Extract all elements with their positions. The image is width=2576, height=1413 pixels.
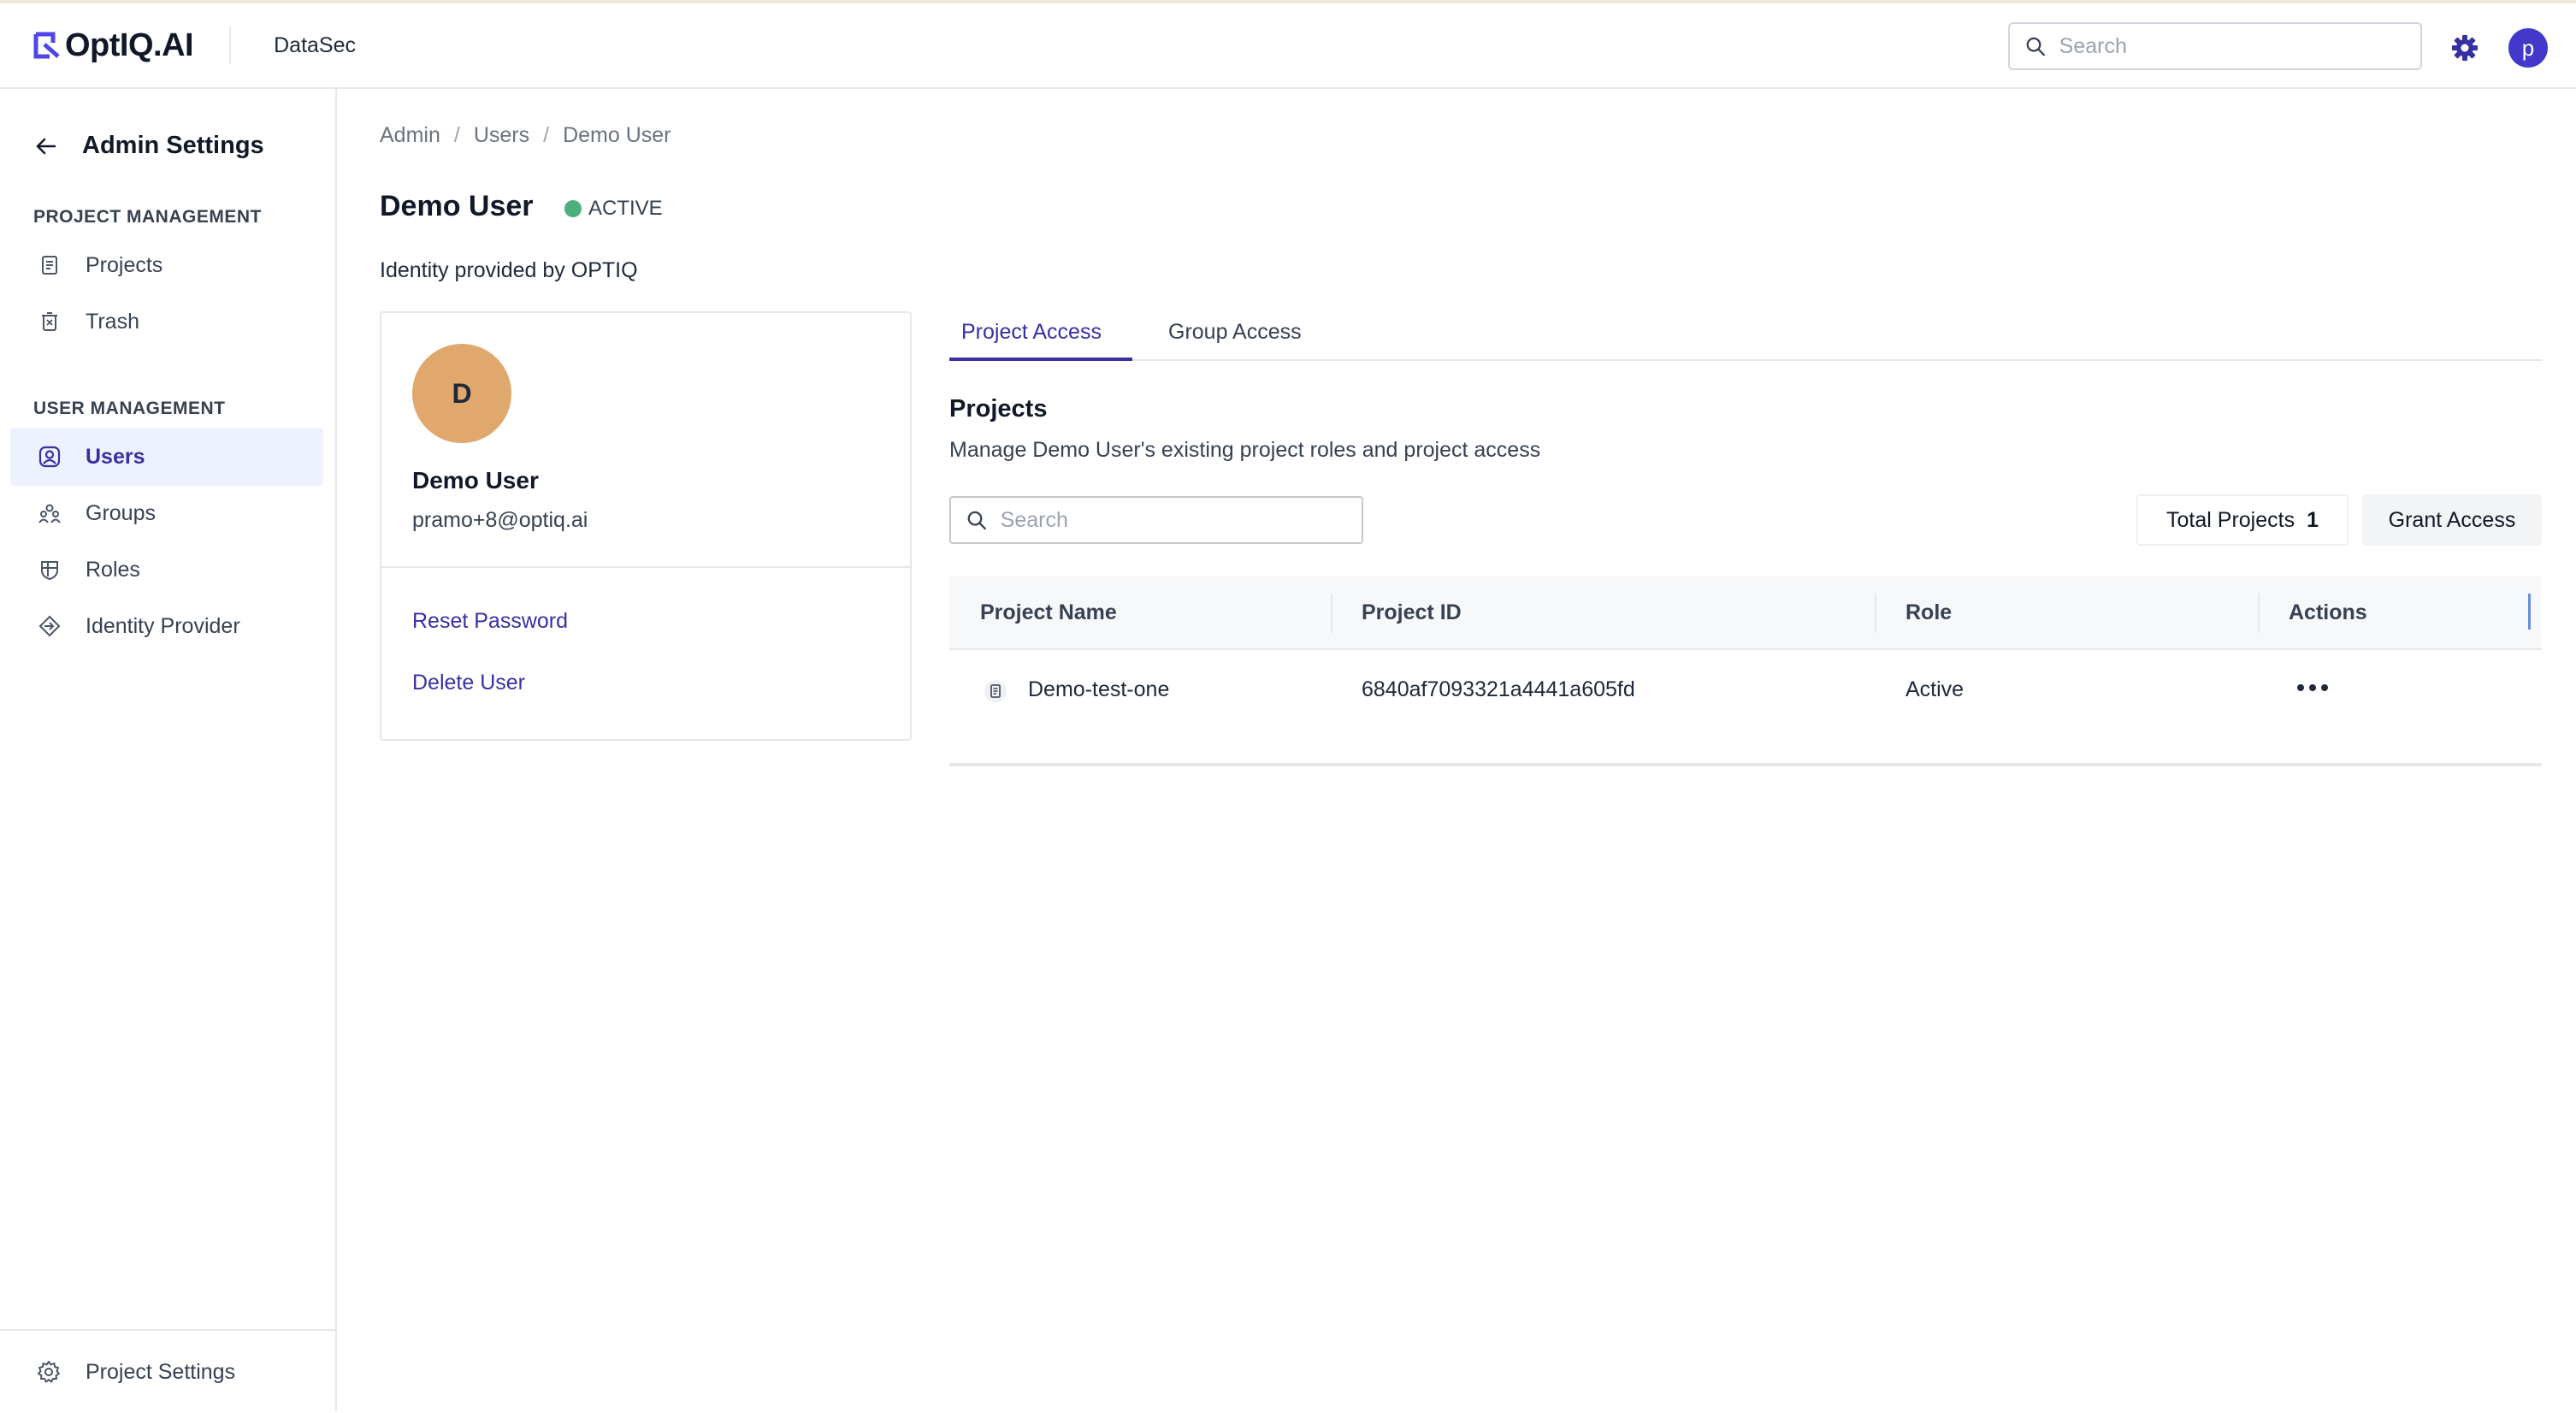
logo[interactable]: OptIQ.AI [32,27,194,64]
project-management-heading: PROJECT MANAGEMENT [33,207,262,227]
logo-text: OptIQ.AI [65,27,194,63]
gear-icon[interactable] [2449,33,2480,63]
breadcrumb-separator: / [543,123,550,147]
user-card-name: Demo User [412,467,539,494]
column-divider[interactable] [1331,594,1332,633]
sidebar-item-label: Projects [86,252,163,277]
table-row[interactable]: Demo-test-one 6840af7093321a4441a605fd A… [949,650,2542,766]
avatar: D [412,344,511,443]
user-avatar[interactable]: p [2508,28,2548,68]
total-projects-label: Total Projects [2166,507,2295,532]
project-id-cell: 6840af7093321a4441a605fd [1362,677,1635,701]
total-projects-badge: Total Projects 1 [2136,494,2349,546]
status-dot [564,200,582,217]
app-root: OptIQ.AI DataSec p [0,0,2576,1411]
sidebar-item-label: Roles [86,557,140,582]
sidebar-item-projects[interactable]: Projects [10,236,323,294]
page-title: Demo User [380,190,534,222]
project-role-cell: Active [1905,677,1964,701]
access-tabs: Project Access Group Access [949,313,2542,361]
user-card-email: pramo+8@optiq.ai [412,508,588,532]
groups-icon [38,504,61,523]
sidebar-footer-label: Project Settings [86,1359,236,1384]
project-name-cell[interactable]: Demo-test-one [1028,677,1169,702]
sidebar-item-label: Identity Provider [86,613,240,638]
project-search-input[interactable] [998,506,1362,534]
reset-password-link[interactable]: Reset Password [412,609,568,634]
grant-access-button[interactable]: Grant Access [2362,494,2542,546]
optiq-logo-icon [33,32,60,59]
status-text: ACTIVE [588,197,663,220]
active-tab-indicator [949,358,1132,361]
sidebar-item-identity-provider[interactable]: Identity Provider [10,597,323,655]
sidebar-item-groups[interactable]: Groups [10,484,323,542]
tab-group-access[interactable]: Group Access [1168,320,1302,345]
breadcrumb-users[interactable]: Users [474,123,529,148]
sidebar-item-label: Users [86,444,145,469]
total-projects-count: 1 [2307,507,2319,532]
back-to-admin[interactable]: Admin Settings [34,132,264,160]
sidebar-item-label: Trash [86,309,139,334]
search-icon [2026,37,2045,56]
gear-icon [38,1361,60,1383]
top-bar: OptIQ.AI DataSec p [0,0,2576,89]
sidebar-item-project-settings[interactable]: Project Settings [0,1329,335,1413]
status-badge: ACTIVE [564,197,663,221]
sidebar-item-trash[interactable]: Trash [10,293,323,351]
column-resize-handle[interactable] [2528,594,2531,630]
arrow-left-icon[interactable] [34,134,58,158]
breadcrumb-admin[interactable]: Admin [380,123,440,148]
trash-icon [42,312,57,331]
sidebar-item-users[interactable]: Users [10,428,323,486]
more-actions-icon[interactable] [2295,681,2330,695]
user-management-heading: USER MANAGEMENT [33,399,226,418]
column-divider[interactable] [2258,594,2260,633]
table-header: Project Name Project ID Role Actions [949,576,2542,650]
login-icon [38,615,61,637]
projects-section-title: Projects [949,395,1048,423]
project-icon [984,680,1007,702]
projects-table: Project Name Project ID Role Actions Dem… [949,576,2542,766]
project-search[interactable] [949,496,1363,544]
user-icon [38,446,61,468]
global-search[interactable] [2008,22,2422,70]
sidebar-title: Admin Settings [82,132,264,159]
column-header-project-name[interactable]: Project Name [980,600,1117,625]
breadcrumb-current: Demo User [563,123,671,147]
document-icon [42,256,57,275]
sidebar-item-label: Groups [86,500,156,525]
column-header-actions: Actions [2289,600,2367,624]
breadcrumb-separator: / [453,123,460,147]
sidebar: Admin Settings PROJECT MANAGEMENT Projec… [0,89,337,1411]
roles-icon [41,561,58,581]
sidebar-item-roles[interactable]: Roles [10,541,323,599]
column-header-role[interactable]: Role [1905,600,1952,625]
search-icon [967,511,986,530]
global-search-input[interactable] [2057,33,2420,60]
column-divider[interactable] [1875,594,1876,633]
breadcrumb: Admin / Users / Demo User [380,123,671,148]
projects-section-description: Manage Demo User's existing project role… [949,438,1541,462]
identity-provider-text: Identity provided by OPTIQ [380,258,638,282]
workspace-name[interactable]: DataSec [274,33,356,58]
card-divider [381,566,910,568]
top-divider [229,27,232,64]
column-header-project-id[interactable]: Project ID [1362,600,1462,625]
tab-project-access[interactable]: Project Access [961,320,1102,345]
user-profile-card: D Demo User pramo+8@optiq.ai Reset Passw… [380,311,912,741]
delete-user-link[interactable]: Delete User [412,671,525,695]
